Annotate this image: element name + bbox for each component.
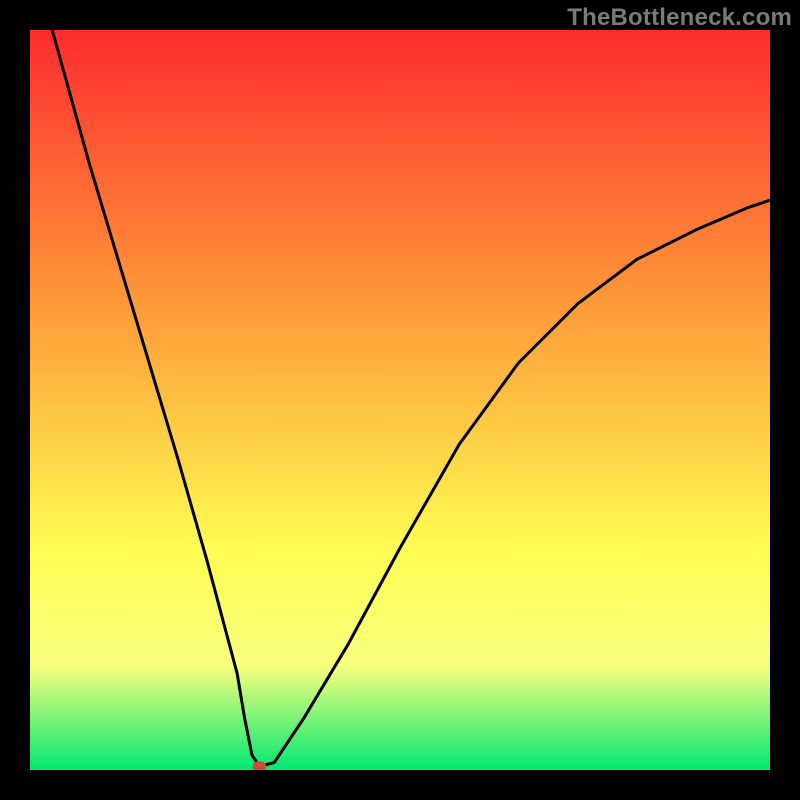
plot-area — [30, 30, 770, 770]
gradient-background — [30, 30, 770, 770]
watermark-text: TheBottleneck.com — [567, 4, 792, 32]
plot-svg — [30, 30, 770, 770]
chart-stage: TheBottleneck.com — [0, 0, 800, 800]
